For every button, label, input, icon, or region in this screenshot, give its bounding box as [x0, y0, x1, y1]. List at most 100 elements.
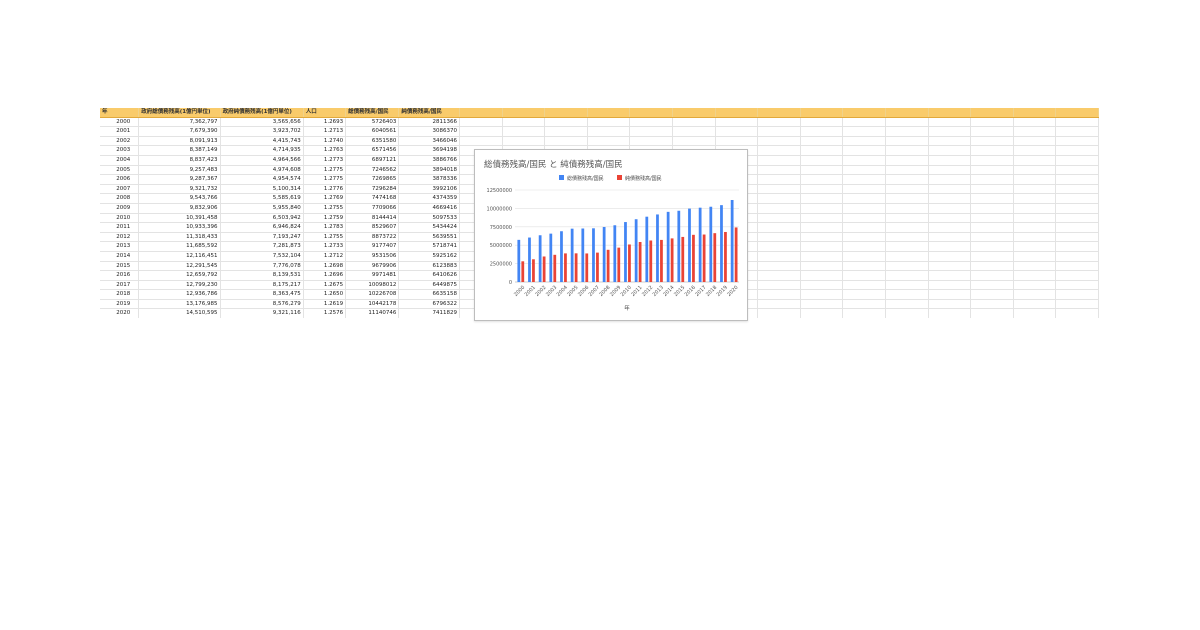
- empty-cell[interactable]: [842, 203, 886, 214]
- empty-cell[interactable]: [1013, 213, 1057, 224]
- empty-cell[interactable]: [970, 174, 1014, 185]
- table-cell[interactable]: 6123883: [398, 261, 461, 272]
- empty-cell[interactable]: [928, 299, 972, 310]
- table-cell[interactable]: 3886766: [398, 155, 461, 166]
- empty-header-cell[interactable]: [502, 108, 546, 118]
- empty-cell[interactable]: [970, 203, 1014, 214]
- empty-cell[interactable]: [757, 174, 801, 185]
- table-cell[interactable]: 5,585,619: [220, 193, 304, 204]
- empty-cell[interactable]: [928, 203, 972, 214]
- empty-cell[interactable]: [885, 270, 929, 281]
- empty-cell[interactable]: [800, 213, 844, 224]
- empty-cell[interactable]: [928, 174, 972, 185]
- table-cell[interactable]: 1.2713: [303, 126, 347, 137]
- empty-cell[interactable]: [800, 174, 844, 185]
- empty-cell[interactable]: [1013, 165, 1057, 176]
- table-cell[interactable]: 6351580: [345, 136, 400, 147]
- table-cell[interactable]: 1.2650: [303, 289, 347, 300]
- empty-cell[interactable]: [1013, 203, 1057, 214]
- table-cell[interactable]: 4,415,743: [220, 136, 304, 147]
- table-cell[interactable]: 6040561: [345, 126, 400, 137]
- empty-cell[interactable]: [970, 261, 1014, 272]
- table-cell[interactable]: 2007: [100, 184, 140, 195]
- table-cell[interactable]: 1.2775: [303, 165, 347, 176]
- table-cell[interactable]: 1.2619: [303, 299, 347, 310]
- empty-cell[interactable]: [928, 126, 972, 137]
- empty-cell[interactable]: [970, 308, 1014, 318]
- table-cell[interactable]: 4,714,935: [220, 145, 304, 156]
- empty-cell[interactable]: [842, 299, 886, 310]
- empty-cell[interactable]: [842, 165, 886, 176]
- empty-cell[interactable]: [1013, 232, 1057, 243]
- table-cell[interactable]: 3894018: [398, 165, 461, 176]
- table-cell[interactable]: 2004: [100, 155, 140, 166]
- table-cell[interactable]: 3694198: [398, 145, 461, 156]
- column-header[interactable]: 純債務残高/国民: [398, 108, 461, 118]
- empty-cell[interactable]: [715, 126, 759, 137]
- table-cell[interactable]: 2001: [100, 126, 140, 137]
- empty-cell[interactable]: [842, 184, 886, 195]
- empty-cell[interactable]: [842, 241, 886, 252]
- empty-cell[interactable]: [1055, 222, 1099, 233]
- empty-cell[interactable]: [970, 193, 1014, 204]
- empty-cell[interactable]: [757, 136, 801, 147]
- empty-cell[interactable]: [842, 222, 886, 233]
- empty-cell[interactable]: [1055, 193, 1099, 204]
- empty-cell[interactable]: [970, 299, 1014, 310]
- table-cell[interactable]: 6635158: [398, 289, 461, 300]
- empty-header-cell[interactable]: [459, 108, 503, 118]
- empty-cell[interactable]: [928, 193, 972, 204]
- empty-cell[interactable]: [587, 117, 631, 128]
- empty-cell[interactable]: [970, 145, 1014, 156]
- empty-cell[interactable]: [885, 126, 929, 137]
- empty-cell[interactable]: [842, 136, 886, 147]
- table-cell[interactable]: 5,955,840: [220, 203, 304, 214]
- column-header[interactable]: 人口: [303, 108, 347, 118]
- table-cell[interactable]: 1.2740: [303, 136, 347, 147]
- empty-cell[interactable]: [842, 280, 886, 291]
- table-cell[interactable]: 11,685,592: [138, 241, 221, 252]
- empty-cell[interactable]: [757, 241, 801, 252]
- table-cell[interactable]: 10,933,396: [138, 222, 221, 233]
- empty-cell[interactable]: [970, 136, 1014, 147]
- empty-cell[interactable]: [970, 280, 1014, 291]
- table-cell[interactable]: 4,954,574: [220, 174, 304, 185]
- empty-cell[interactable]: [928, 251, 972, 262]
- empty-cell[interactable]: [842, 174, 886, 185]
- empty-cell[interactable]: [842, 251, 886, 262]
- table-cell[interactable]: 2018: [100, 289, 140, 300]
- empty-cell[interactable]: [842, 155, 886, 166]
- empty-cell[interactable]: [970, 213, 1014, 224]
- empty-cell[interactable]: [1013, 145, 1057, 156]
- empty-header-cell[interactable]: [629, 108, 673, 118]
- empty-cell[interactable]: [970, 155, 1014, 166]
- empty-cell[interactable]: [970, 165, 1014, 176]
- table-cell[interactable]: 9,321,116: [220, 308, 304, 318]
- table-cell[interactable]: 3992106: [398, 184, 461, 195]
- empty-cell[interactable]: [757, 203, 801, 214]
- empty-cell[interactable]: [970, 289, 1014, 300]
- table-cell[interactable]: 3,565,656: [220, 117, 304, 128]
- empty-cell[interactable]: [1013, 174, 1057, 185]
- empty-cell[interactable]: [800, 126, 844, 137]
- empty-cell[interactable]: [885, 299, 929, 310]
- table-cell[interactable]: 8,837,423: [138, 155, 221, 166]
- empty-cell[interactable]: [800, 299, 844, 310]
- column-header[interactable]: 年: [100, 108, 140, 118]
- empty-cell[interactable]: [800, 289, 844, 300]
- empty-cell[interactable]: [757, 289, 801, 300]
- empty-cell[interactable]: [502, 126, 546, 137]
- empty-cell[interactable]: [970, 241, 1014, 252]
- table-cell[interactable]: 6,946,824: [220, 222, 304, 233]
- table-cell[interactable]: 1.2755: [303, 203, 347, 214]
- empty-cell[interactable]: [885, 203, 929, 214]
- empty-cell[interactable]: [885, 222, 929, 233]
- table-cell[interactable]: 7,532,104: [220, 251, 304, 262]
- empty-header-cell[interactable]: [1055, 108, 1099, 118]
- empty-cell[interactable]: [928, 280, 972, 291]
- empty-cell[interactable]: [842, 145, 886, 156]
- empty-cell[interactable]: [502, 117, 546, 128]
- table-cell[interactable]: 1.2698: [303, 261, 347, 272]
- empty-cell[interactable]: [544, 117, 588, 128]
- empty-cell[interactable]: [885, 117, 929, 128]
